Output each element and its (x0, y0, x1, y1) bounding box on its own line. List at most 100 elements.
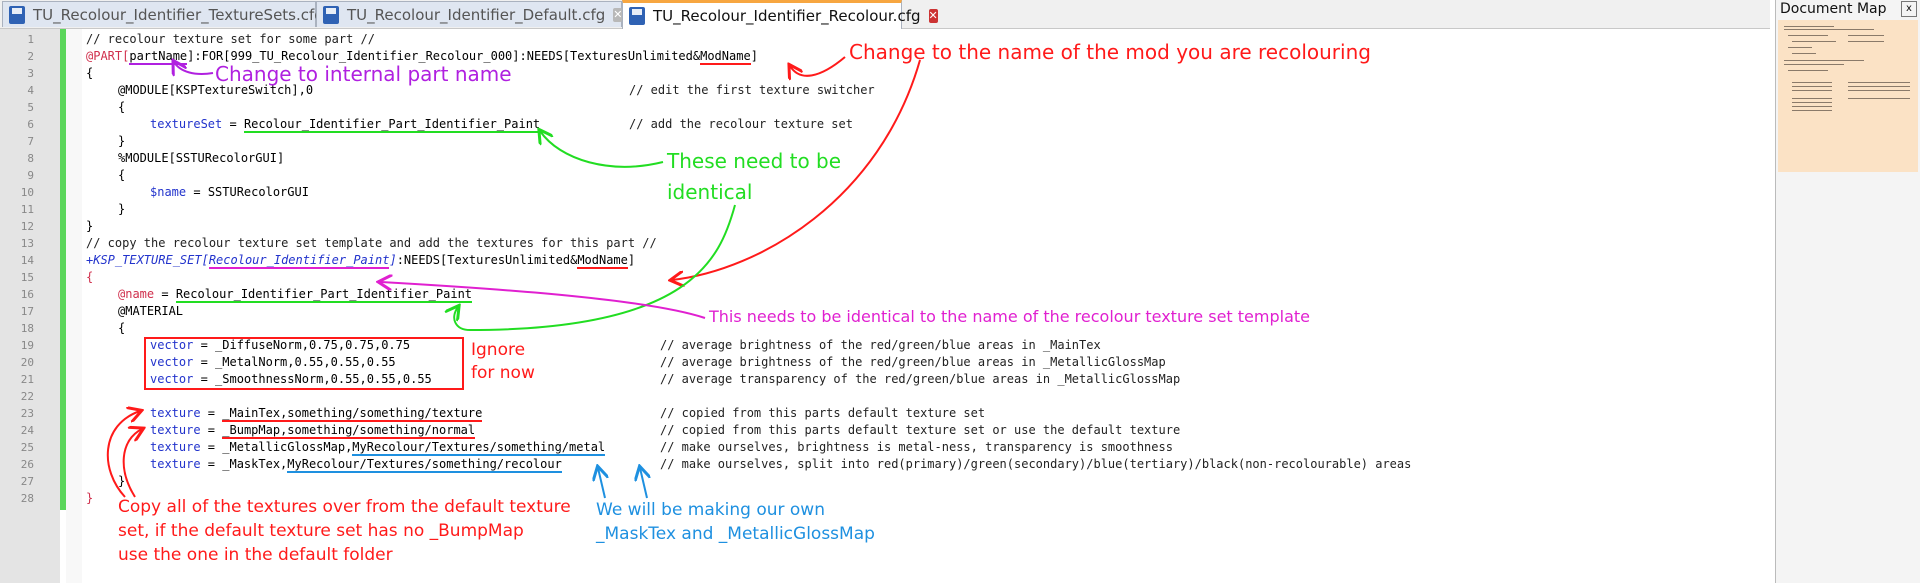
code-line-26: texture = _MaskTex,MyRecolour/Textures/s… (150, 456, 562, 473)
line-number: 8 (27, 152, 34, 165)
code-line-9: { (118, 168, 126, 182)
code-token: = (200, 406, 223, 420)
ignore-box (144, 337, 464, 390)
line-number: 17 (20, 305, 34, 318)
code-line-11: } (118, 202, 126, 216)
code-line-27: } (118, 474, 126, 488)
code-token: ] (750, 49, 758, 63)
annotation-own-line2: _MaskTex and _MetallicGlossMap (596, 524, 875, 544)
code-token: = (154, 287, 176, 301)
code-token-template-name: Recolour_Identifier_Paint (208, 253, 390, 269)
line-number: 2 (27, 50, 34, 63)
annotation-template: This needs to be identical to the name o… (709, 307, 1310, 326)
line-number: 4 (27, 84, 34, 97)
code-line-13: // copy the recolour texture set templat… (86, 236, 657, 250)
code-line-25-comment: // make ourselves, brightness is metal-n… (660, 440, 1173, 454)
code-line-24: texture = _BumpMap,something/something/n… (150, 422, 476, 439)
line-number: 7 (27, 135, 34, 148)
code-token: = _MaskTex, (200, 457, 288, 471)
code-line-21-comment: // average transparency of the red/green… (660, 372, 1181, 386)
code-token-recolour-path: MyRecolour/Textures/something/recolour (287, 457, 562, 473)
line-number: 28 (20, 492, 34, 505)
line-number: 9 (27, 169, 34, 182)
close-icon[interactable]: x (1901, 1, 1917, 17)
tab-recolour[interactable]: TU_Recolour_Identifier_Recolour.cfg ✕ (622, 0, 938, 29)
code-line-4-comment: // edit the first texture switcher (629, 83, 875, 97)
line-number: 15 (20, 271, 34, 284)
annotation-identical-line1: These need to be (667, 149, 842, 173)
line-number: 19 (20, 339, 34, 352)
line-number: 6 (27, 118, 34, 131)
code-token: textureSet (150, 117, 223, 131)
code-token: $name (150, 185, 187, 199)
annotation-own-line1: We will be making our own (596, 500, 825, 520)
code-line-7: } (118, 134, 126, 148)
close-icon[interactable]: ✕ (928, 9, 938, 23)
tab-texturesets[interactable]: TU_Recolour_Identifier_TextureSets.cfg ✕ (2, 1, 342, 27)
line-number: 14 (20, 254, 34, 267)
code-token-maintex: _MainTex,something/something/texture (222, 406, 483, 422)
code-line-6-comment: // add the recolour texture set (629, 117, 853, 131)
code-token-modname: ModName (700, 49, 751, 65)
line-number: 12 (20, 220, 34, 233)
code-token: texture (150, 457, 201, 471)
tab-default[interactable]: TU_Recolour_Identifier_Default.cfg ✕ (316, 1, 623, 27)
code-token: ] (389, 253, 397, 267)
code-line-28: } (86, 491, 94, 505)
code-token: texture (150, 440, 201, 454)
line-number: 27 (20, 475, 34, 488)
code-line-17: @MATERIAL (118, 304, 184, 318)
code-line-26-comment: // make ourselves, split into red(primar… (660, 457, 1412, 471)
code-token-partname: partName (129, 49, 188, 65)
code-token: = (186, 185, 208, 199)
code-token-bumpmap: _BumpMap,something/something/normal (222, 423, 476, 439)
code-token: = _MetallicGlossMap, (200, 440, 353, 454)
document-map-viewport[interactable] (1778, 20, 1918, 172)
document-map-header: Document Map x (1776, 0, 1920, 18)
code-token-name-value: Recolour_Identifier_Part_Identifier_Pain… (175, 287, 473, 303)
code-line-1: // recolour texture set for some part // (86, 32, 375, 46)
code-token: = (222, 117, 244, 131)
line-number: 22 (20, 390, 34, 403)
code-token: :NEEDS[TexturesUnlimited& (396, 253, 578, 267)
line-number: 21 (20, 373, 34, 386)
code-line-15: { (86, 270, 94, 284)
annotation-copy-line2: set, if the default texture set has no _… (118, 521, 524, 541)
code-token: +KSP_TEXTURE_SET[ (86, 253, 209, 267)
code-token: @name (118, 287, 155, 301)
line-number-gutter: 1 2 3 4 5 6 7 8 9 10 11 12 13 14 15 16 1… (0, 29, 60, 583)
code-line-6: textureSet = Recolour_Identifier_Part_Id… (150, 116, 541, 133)
annotation-ignore-line2: for now (471, 363, 535, 383)
line-number: 11 (20, 203, 34, 216)
code-token: SSTURecolorGUI (207, 185, 309, 199)
tab-label: TU_Recolour_Identifier_Recolour.cfg (653, 7, 921, 25)
code-line-12: } (86, 219, 94, 233)
code-line-24-comment: // copied from this parts default textur… (660, 423, 1181, 437)
line-number: 13 (20, 237, 34, 250)
code-line-23: texture = _MainTex,something/something/t… (150, 405, 483, 422)
tab-label: TU_Recolour_Identifier_TextureSets.cfg (33, 5, 324, 24)
code-line-14: +KSP_TEXTURE_SET[Recolour_Identifier_Pai… (86, 252, 635, 269)
tab-bar: TU_Recolour_Identifier_TextureSets.cfg ✕… (0, 0, 1770, 29)
code-line-19-comment: // average brightness of the red/green/b… (660, 338, 1101, 352)
line-number: 5 (27, 101, 34, 114)
code-token: texture (150, 423, 201, 437)
line-number: 20 (20, 356, 34, 369)
save-file-icon (9, 5, 25, 24)
line-number: 18 (20, 322, 34, 335)
code-line-23-comment: // copied from this parts default textur… (660, 406, 986, 420)
code-token-metal-path: MyRecolour/Textures/something/metal (352, 440, 606, 456)
save-file-icon (323, 5, 339, 24)
code-token-textureset-name: Recolour_Identifier_Part_Identifier_Pain… (243, 117, 541, 133)
line-number: 24 (20, 424, 34, 437)
fold-margin (66, 29, 82, 583)
code-token: @PART[ (86, 49, 130, 63)
code-token: ] (627, 253, 636, 267)
annotation-modname: Change to the name of the mod you are re… (849, 40, 1371, 64)
code-token-modname: ModName (577, 253, 628, 269)
line-number: 26 (20, 458, 34, 471)
annotation-copy-line1: Copy all of the textures over from the d… (118, 497, 571, 517)
code-line-3: { (86, 66, 94, 80)
code-line-16: @name = Recolour_Identifier_Part_Identif… (118, 286, 473, 303)
line-number: 3 (27, 67, 34, 80)
